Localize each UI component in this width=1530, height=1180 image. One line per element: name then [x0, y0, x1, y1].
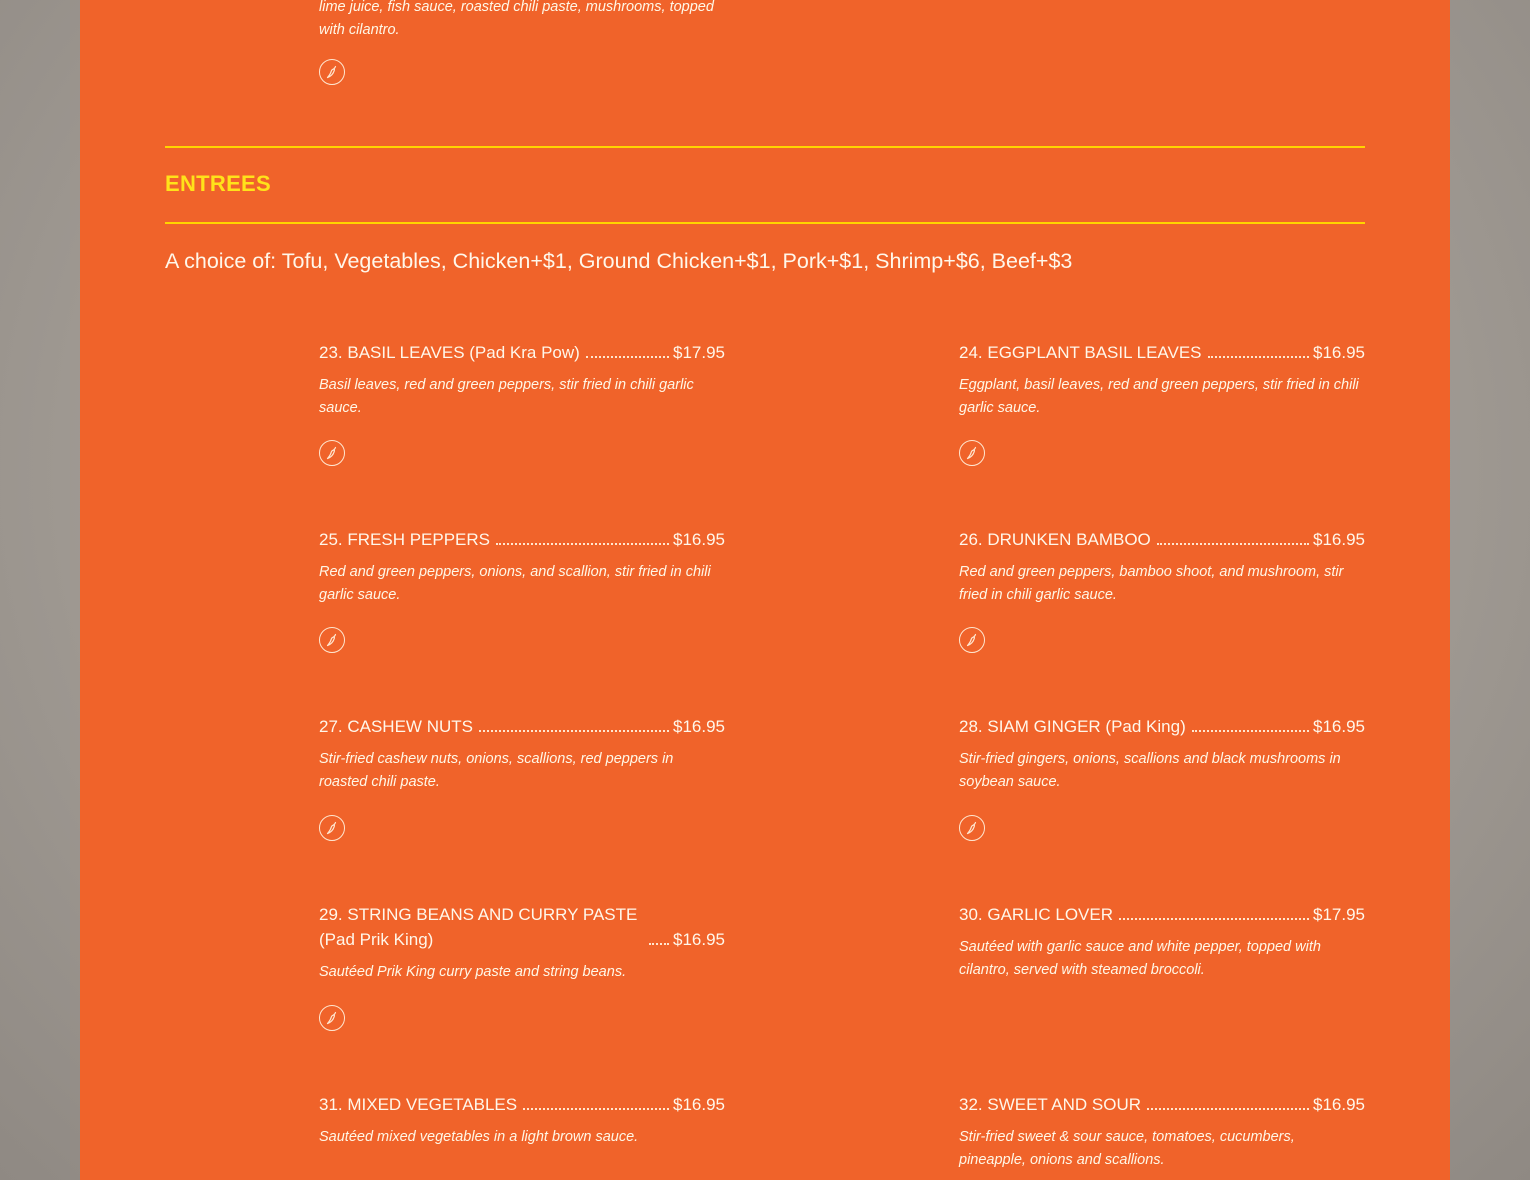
dotted-leader: [1156, 543, 1309, 545]
menu-item-description: Red and green peppers, onions, and scall…: [319, 564, 711, 603]
chili-pepper-icon: [959, 627, 985, 653]
menu-item: 24. EGGPLANT BASIL LEAVES $16.95 Eggplant…: [959, 340, 1365, 419]
menu-item-price: $16.95: [1313, 530, 1365, 549]
menu-item-description: Sautéed mixed vegetables in a light brow…: [319, 1129, 639, 1145]
dotted-leader: [1191, 730, 1309, 732]
menu-item-description: lime juice, fish sauce, roasted chili pa…: [319, 0, 714, 38]
menu-item: 29. STRING BEANS AND CURRY PASTE (Pad Pr…: [319, 902, 725, 984]
menu-item-description: Sautéed with garlic sauce and white pepp…: [959, 939, 1321, 978]
menu-item-price: $17.95: [1313, 905, 1365, 924]
menu-item-price: $16.95: [673, 717, 725, 736]
menu-item-description: Basil leaves, red and green peppers, sti…: [319, 377, 694, 416]
menu-item-description: Red and green peppers, bamboo shoot, and…: [959, 564, 1344, 603]
menu-item-name: 26. DRUNKEN BAMBOO: [959, 530, 1151, 549]
menu-item-name: 28. SIAM GINGER (Pad King): [959, 717, 1186, 736]
dotted-leader: [1207, 356, 1309, 358]
chili-pepper-icon: [319, 815, 345, 841]
menu-item: 26. DRUNKEN BAMBOO $16.95 Red and green p…: [959, 527, 1365, 606]
chili-pepper-icon: [319, 440, 345, 466]
dotted-leader: [523, 1108, 669, 1110]
dotted-leader: [1147, 1108, 1309, 1110]
menu-panel: lime juice, fish sauce, roasted chili pa…: [80, 0, 1450, 1180]
dotted-leader: [585, 356, 669, 358]
menu-item-name: 30. GARLIC LOVER: [959, 905, 1114, 924]
dotted-leader: [478, 730, 669, 732]
section-title: ENTREES: [165, 171, 272, 196]
menu-item-name: 25. FRESH PEPPERS: [319, 530, 491, 549]
chili-pepper-icon: [959, 440, 985, 466]
menu-item: 31. MIXED VEGETABLES $16.95 Sautéed mixed…: [319, 1092, 725, 1149]
menu-item-description: Stir-fried gingers, onions, scallions an…: [959, 751, 1341, 790]
menu-item-name: 31. MIXED VEGETABLES: [319, 1095, 518, 1114]
dotted-leader: [649, 943, 669, 945]
menu-item-description: Sautéed Prik King curry paste and string…: [319, 964, 627, 980]
chili-pepper-icon: [319, 1005, 345, 1031]
menu-item-name: 29. STRING BEANS AND CURRY PASTE (Pad Pr…: [319, 905, 638, 949]
dotted-leader: [496, 543, 669, 545]
menu-item-description: Stir-fried cashew nuts, onions, scallion…: [319, 751, 674, 790]
menu-item: 32. SWEET AND SOUR $16.95 Stir-fried swee…: [959, 1092, 1365, 1171]
menu-item-price: $16.95: [673, 1095, 725, 1114]
menu-item-price: $16.95: [1313, 717, 1365, 736]
menu-item-price: $16.95: [1313, 1095, 1365, 1114]
menu-item: 28. SIAM GINGER (Pad King) $16.95 Stir-fr…: [959, 714, 1365, 793]
chili-pepper-icon: [959, 815, 985, 841]
menu-item-name: 24. EGGPLANT BASIL LEAVES: [959, 343, 1202, 362]
menu-item-price: $16.95: [673, 930, 725, 949]
chili-pepper-icon: [319, 627, 345, 653]
menu-item-price: $17.95: [673, 343, 725, 362]
menu-item-name: 27. CASHEW NUTS: [319, 717, 473, 736]
menu-item-price: $16.95: [1313, 343, 1365, 362]
menu-item: 27. CASHEW NUTS $16.95 Stir-fried cashew …: [319, 714, 725, 793]
section-divider-top: [165, 146, 1365, 148]
chili-pepper-icon: [319, 59, 345, 85]
menu-item: 25. FRESH PEPPERS $16.95 Red and green pe…: [319, 527, 725, 606]
protein-choice-note: A choice of: Tofu, Vegetables, Chicken+$…: [165, 249, 1073, 273]
section-divider-bottom: [165, 222, 1365, 224]
menu-item-description: Stir-fried sweet & sour sauce, tomatoes,…: [959, 1129, 1295, 1168]
menu-item-name: 32. SWEET AND SOUR: [959, 1095, 1142, 1114]
menu-item-price: $16.95: [673, 530, 725, 549]
dotted-leader: [1119, 918, 1309, 920]
menu-item-description: Eggplant, basil leaves, red and green pe…: [959, 377, 1359, 416]
menu-item: 23. BASIL LEAVES (Pad Kra Pow) $17.95 Bas…: [319, 340, 725, 419]
menu-item-name: 23. BASIL LEAVES (Pad Kra Pow): [319, 343, 580, 362]
menu-item: 30. GARLIC LOVER $17.95 Sautéed with garl…: [959, 902, 1365, 981]
